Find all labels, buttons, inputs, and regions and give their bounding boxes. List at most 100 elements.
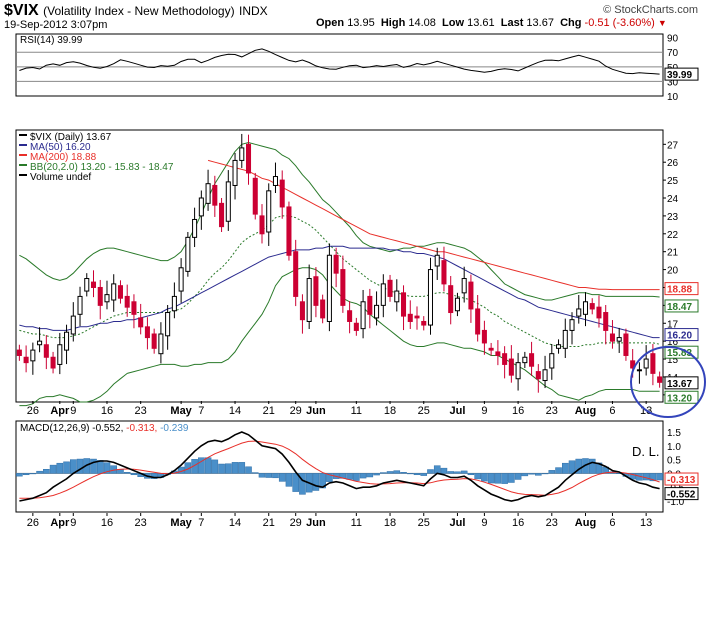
macd-histogram-bar [555, 467, 562, 474]
macd-histogram-bar [514, 473, 522, 480]
x-tick-label: 14 [229, 405, 241, 417]
macd-histogram-bar [265, 473, 273, 478]
x-tick-label: 16 [512, 405, 524, 417]
x-tick-label: 13 [640, 517, 652, 529]
macd-histogram-bar [43, 469, 50, 474]
x-tick-label: 6 [609, 405, 615, 417]
candle-body [515, 362, 521, 380]
candle-body [37, 340, 43, 346]
price-legend-swatch [19, 144, 27, 146]
macd-histogram-bar [588, 458, 596, 474]
x-tick-label: Aug [575, 405, 596, 417]
candle-body [232, 159, 238, 186]
candle-body [70, 315, 76, 335]
candle-body [239, 147, 245, 161]
candle-body [502, 353, 508, 365]
rsi-tick-label: 70 [667, 48, 679, 59]
macd-histogram-bar [406, 473, 414, 475]
rsi-last-label: 39.99 [667, 70, 692, 81]
candle-body [340, 269, 346, 306]
x-tick-label: 9 [481, 517, 487, 529]
candle-body [205, 183, 211, 204]
macd-histogram-bar [225, 463, 232, 474]
x-axis-bottom: 26 Apr 9 16 23 May 7 14 21 29 Jun 11 18 25 Jul 9 16 23 Aug… [27, 513, 652, 529]
macd-histogram-bar [541, 473, 549, 475]
macd-histogram-bar [29, 473, 37, 475]
candle-body [556, 344, 562, 349]
x-tick-label: 23 [135, 517, 147, 529]
rsi-legend: RSI(14) 39.99 [20, 35, 83, 46]
macd-histogram-bar [346, 473, 353, 480]
macd-legend-part: MACD(12,26,9) [20, 423, 92, 434]
x-tick-label: May [170, 517, 192, 529]
x-tick-label: 29 [290, 517, 302, 529]
candle-body [306, 278, 312, 322]
macd-histogram-bar [433, 465, 441, 474]
price-right-label: 13.20 [667, 393, 692, 404]
candle-body [650, 353, 656, 374]
macd-histogram-bar [292, 473, 299, 492]
x-tick-label: 16 [512, 517, 524, 529]
candle-body [313, 276, 319, 306]
chart-canvas: 1030507090RSI(14) 39.9939.99 13141516171… [15, 33, 706, 529]
x-tick-label: Jul [449, 405, 465, 417]
macd-histogram-bar [63, 461, 70, 474]
macd-histogram-bar [218, 463, 225, 474]
candle-body [508, 358, 514, 376]
macd-histogram-bar [656, 473, 663, 481]
macd-histogram-bar [359, 473, 367, 479]
macd-tick-label: 1.5 [667, 428, 681, 439]
rsi-tick-label: 10 [667, 92, 679, 103]
price-legend-swatch [19, 174, 27, 176]
macd-histogram-bar [474, 473, 481, 480]
price-right-label: 13.67 [667, 379, 692, 390]
candle-body [448, 285, 454, 314]
price-tick-label: 22 [667, 230, 679, 241]
candle-body [293, 251, 299, 297]
x-tick-label: 26 [27, 517, 39, 529]
price-legend-swatch [19, 154, 27, 156]
candle-body [360, 301, 366, 330]
x-tick-label: 29 [290, 405, 302, 417]
candle-body [394, 290, 400, 303]
macd-legend: MACD(12,26,9) -0.552, -0.313, -0.239 [20, 423, 189, 434]
candle-body [185, 236, 191, 272]
candle-body [104, 294, 110, 303]
x-tick-label: 18 [384, 405, 396, 417]
macd-histogram-bar [49, 464, 57, 474]
x-tick-label: 23 [135, 405, 147, 417]
macd-histogram-bar [380, 472, 387, 474]
candle-body [151, 333, 157, 349]
candle-body [299, 301, 305, 321]
candle-body [434, 254, 440, 267]
candle-body [461, 278, 467, 294]
macd-histogram-bar [278, 473, 286, 482]
macd-histogram-bar [561, 462, 569, 474]
candle-body [542, 369, 548, 382]
macd-right-label: -0.313 [667, 475, 696, 486]
candle-body [529, 353, 535, 367]
x-tick-label: 6 [609, 517, 615, 529]
candle-body [643, 358, 649, 369]
candle-body [427, 269, 434, 326]
macd-legend-part: -0.552, [92, 423, 126, 434]
candle-body [84, 278, 90, 292]
candle-body [158, 333, 164, 355]
x-tick-label: 23 [546, 405, 558, 417]
x-tick-label: Apr [50, 517, 70, 529]
bb-mid-line [19, 215, 660, 347]
macd-histogram-bar [548, 470, 556, 474]
price-legend-entry: Volume undef [30, 172, 91, 183]
macd-histogram-bar [440, 467, 448, 474]
candle-body [488, 347, 494, 351]
candle-body [252, 177, 258, 215]
x-tick-label: 16 [101, 405, 113, 417]
candle-body [178, 267, 184, 292]
x-tick-label: 14 [229, 517, 241, 529]
macd-histogram-bar [642, 473, 650, 481]
x-tick-label: 16 [101, 517, 113, 529]
x-tick-label: 21 [263, 405, 275, 417]
candle-body [43, 344, 49, 358]
candle-body [171, 295, 177, 312]
macd-histogram-bar [400, 472, 407, 474]
